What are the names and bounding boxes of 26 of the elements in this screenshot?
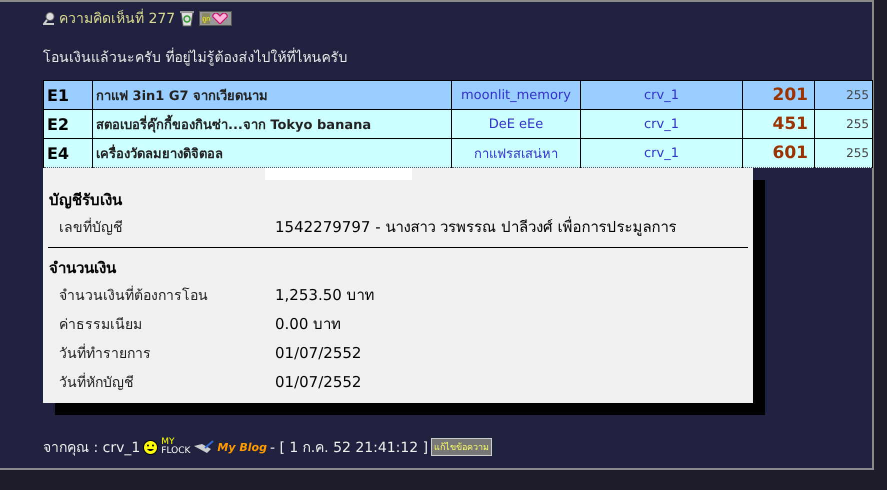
- author-text: จากคุณ : crv_1: [43, 439, 140, 458]
- field-label: วันที่หักบัญชี: [58, 372, 135, 392]
- field-label: จำนวนเงินที่ต้องการโอน: [58, 284, 209, 306]
- field-value: 01/07/2552: [275, 344, 362, 362]
- field-value: 1,253.50 บาท: [275, 284, 375, 306]
- table-cell: 255: [814, 138, 872, 168]
- field-value: 0.00 บาท: [275, 314, 342, 334]
- comment-number: ความคิดเห็นที่ 277: [59, 7, 176, 29]
- edit-button[interactable]: แก้ไขข้อความ: [431, 438, 492, 456]
- field-value: 1542279797 - นางสาว วรพรรณ ปาลีวงศ์ เพื่อการประมูลการ: [275, 216, 677, 238]
- timestamp: - [ 1 ก.ค. 52 21:41:12 ]: [270, 439, 428, 458]
- field-label: เลขที่บัญชี: [58, 216, 124, 238]
- field-label: วันที่ทำรายการ: [58, 342, 152, 364]
- table-cell: 601: [742, 138, 814, 168]
- field-value: 01/07/2552: [275, 372, 362, 390]
- smiley-icon: [143, 440, 158, 454]
- flock-link[interactable]: MY FLOCK: [161, 438, 190, 456]
- heart-icon: [211, 12, 230, 24]
- field-label: ค่าธรรมเนียม: [58, 316, 143, 334]
- comment-text: โอนเงินแล้วนะครับ ที่อยู่ไม่รู้ต้องส่งไปให้ที่ไหนครับ: [43, 46, 872, 68]
- section-heading: บัญชีรับเงิน: [49, 190, 124, 211]
- magnifier-icon: [43, 12, 55, 24]
- trash-bin-icon[interactable]: [179, 9, 196, 27]
- section-heading: จำนวนเงิน: [49, 258, 118, 279]
- pen-icon: [193, 440, 216, 454]
- blog-link[interactable]: My Blog: [193, 440, 267, 454]
